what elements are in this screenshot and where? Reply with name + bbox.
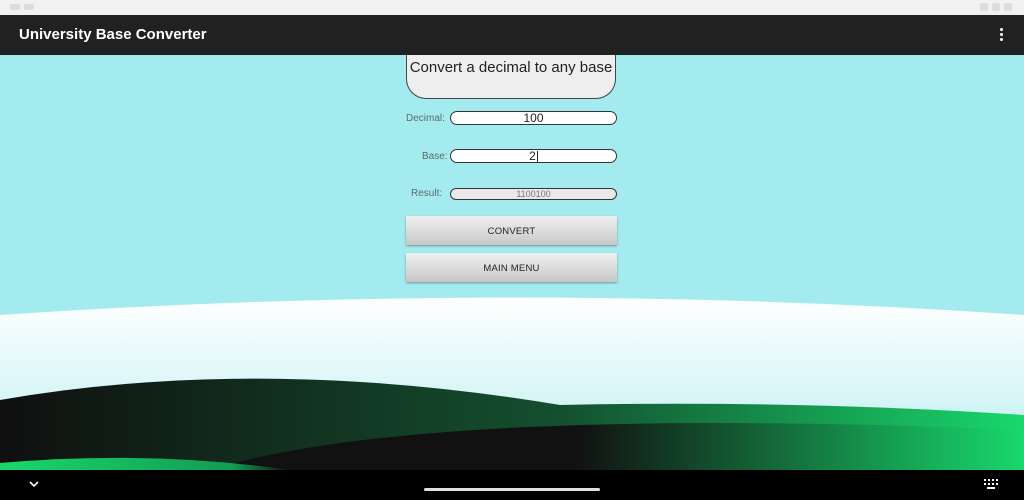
app-title: University Base Converter xyxy=(19,26,207,43)
text-cursor xyxy=(536,151,538,163)
status-icon xyxy=(10,4,20,10)
converter-heading: Convert a decimal to any base xyxy=(406,55,618,99)
decimal-input-value: 100 xyxy=(523,111,544,125)
status-icons-left xyxy=(10,4,34,10)
keyboard-icon[interactable] xyxy=(984,479,998,489)
result-label: Result: xyxy=(411,188,443,199)
status-icon xyxy=(24,4,34,10)
base-label: Base: xyxy=(422,151,448,162)
app-screen: University Base Converter Convert a deci… xyxy=(0,0,1024,500)
signal-icon xyxy=(992,3,1000,11)
chevron-down-icon[interactable] xyxy=(28,478,40,490)
app-bar: University Base Converter xyxy=(0,15,1024,55)
base-input-value: 2 xyxy=(529,149,536,163)
home-handle[interactable] xyxy=(424,488,600,491)
main-menu-button[interactable]: MAIN MENU xyxy=(406,253,617,282)
decimal-input[interactable]: 100 xyxy=(450,111,617,125)
navigation-bar xyxy=(0,470,1024,500)
convert-button[interactable]: CONVERT xyxy=(406,216,617,245)
decimal-label: Decimal: xyxy=(406,113,445,124)
result-field: 1100100 xyxy=(450,188,617,200)
status-bar xyxy=(0,0,1024,15)
more-vert-icon[interactable] xyxy=(998,26,1006,44)
status-icons-right xyxy=(980,3,1012,11)
wifi-icon xyxy=(980,3,988,11)
base-input[interactable]: 2 xyxy=(450,149,617,163)
converter-content: Convert a decimal to any base Decimal: 1… xyxy=(0,55,1024,470)
result-value: 1100100 xyxy=(516,189,551,199)
battery-icon xyxy=(1004,3,1012,11)
